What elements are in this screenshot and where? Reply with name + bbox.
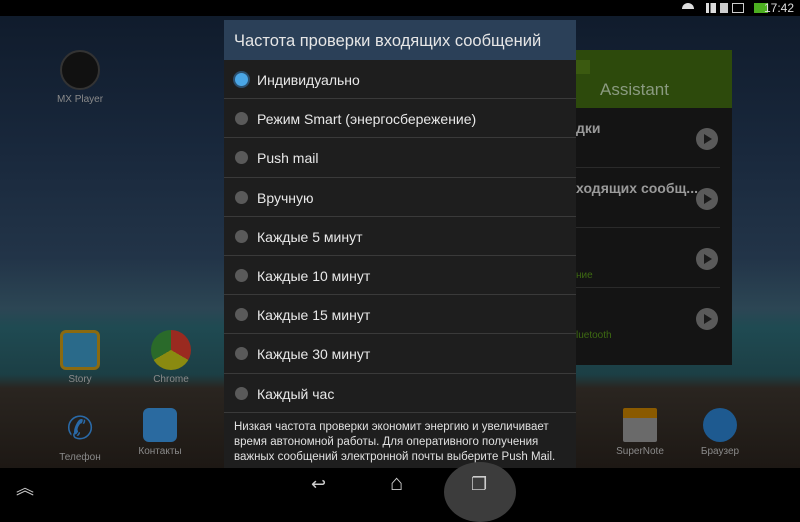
play-icon[interactable] — [696, 308, 718, 330]
play-icon[interactable] — [696, 188, 718, 210]
option-label: Каждые 30 минут — [257, 346, 371, 363]
app-supernote[interactable]: SuperNote — [600, 408, 680, 457]
app-contacts[interactable]: Контакты — [120, 408, 200, 457]
widget-badge — [574, 60, 590, 74]
navigation-bar: ︽ ↩ ⌂ ❐ — [0, 462, 800, 522]
status-bar: 17:42 — [0, 0, 800, 16]
app-browser[interactable]: Браузер — [680, 408, 760, 457]
widget-row[interactable]: ние — [560, 228, 720, 288]
widget-row[interactable]: ходящих сообщ... — [560, 168, 720, 228]
chrome-icon — [151, 330, 191, 370]
radio-button[interactable] — [235, 268, 248, 282]
recent-apps-button[interactable]: ❐ — [471, 474, 487, 495]
option-label: Вручную — [257, 189, 314, 206]
option-label: Push mail — [257, 150, 319, 167]
play-icon[interactable] — [696, 128, 718, 150]
option-row[interactable]: Индивидуально — [224, 60, 576, 100]
option-label: Каждые 15 минут — [257, 307, 371, 324]
wifi-icon — [682, 3, 694, 13]
dialog-footer-note: Низкая частота проверки экономит энергию… — [234, 420, 556, 463]
radio-button[interactable] — [235, 112, 248, 126]
check-frequency-dialog: Частота проверки входящих сообщений Инди… — [224, 20, 576, 468]
option-label: Каждые 10 минут — [257, 267, 371, 284]
assistant-widget: Assistant дки ходящих сообщ... ние lueto… — [560, 50, 732, 365]
story-icon — [60, 330, 100, 370]
radio-button[interactable] — [235, 308, 248, 322]
app-mx-player[interactable]: MX Player — [40, 50, 120, 105]
phone-icon: ✆ — [66, 410, 94, 446]
app-story[interactable]: Story — [40, 330, 120, 385]
option-label: Каждые 5 минут — [257, 228, 363, 245]
widget-title: Assistant — [600, 80, 669, 99]
back-button[interactable]: ↩ — [311, 474, 326, 495]
radio-button[interactable] — [235, 229, 248, 243]
up-arrow-icon[interactable]: ︽ — [16, 474, 34, 500]
radio-button[interactable] — [235, 190, 248, 204]
option-row[interactable]: Каждые 15 минут — [224, 295, 576, 335]
signal-icon — [706, 3, 716, 13]
cast-icon — [732, 3, 744, 13]
sim-icon — [720, 3, 728, 13]
option-label: Режим Smart (энергосбережение) — [257, 111, 477, 128]
radio-button[interactable] — [235, 151, 248, 165]
radio-button[interactable] — [235, 347, 248, 361]
widget-row[interactable]: дки — [560, 108, 720, 168]
option-row[interactable]: Режим Smart (энергосбережение) — [224, 99, 576, 139]
option-row[interactable]: Вручную — [224, 178, 576, 217]
app-phone[interactable]: ✆ Телефон — [40, 408, 120, 463]
dialog-title: Частота проверки входящих сообщений — [224, 20, 576, 60]
option-label: Каждый час — [257, 385, 335, 402]
option-row[interactable]: Push mail — [224, 138, 576, 178]
app-chrome[interactable]: Chrome — [131, 330, 211, 385]
option-row[interactable]: Каждые 30 минут — [224, 334, 576, 374]
option-label: Индивидуально — [257, 72, 360, 88]
option-row[interactable]: Каждый час — [224, 374, 576, 413]
home-button[interactable]: ⌂ — [390, 470, 403, 496]
radio-button[interactable] — [235, 73, 248, 86]
play-icon[interactable] — [696, 248, 718, 270]
radio-button[interactable] — [235, 386, 248, 400]
mx-player-icon — [60, 50, 100, 90]
widget-row[interactable]: luetooth — [560, 288, 720, 348]
browser-icon — [703, 408, 737, 442]
option-row[interactable]: Каждые 5 минут — [224, 217, 576, 256]
clock: 17:42 — [763, 1, 794, 15]
contacts-icon — [143, 408, 177, 442]
option-row[interactable]: Каждые 10 минут — [224, 256, 576, 296]
supernote-icon — [623, 408, 657, 442]
